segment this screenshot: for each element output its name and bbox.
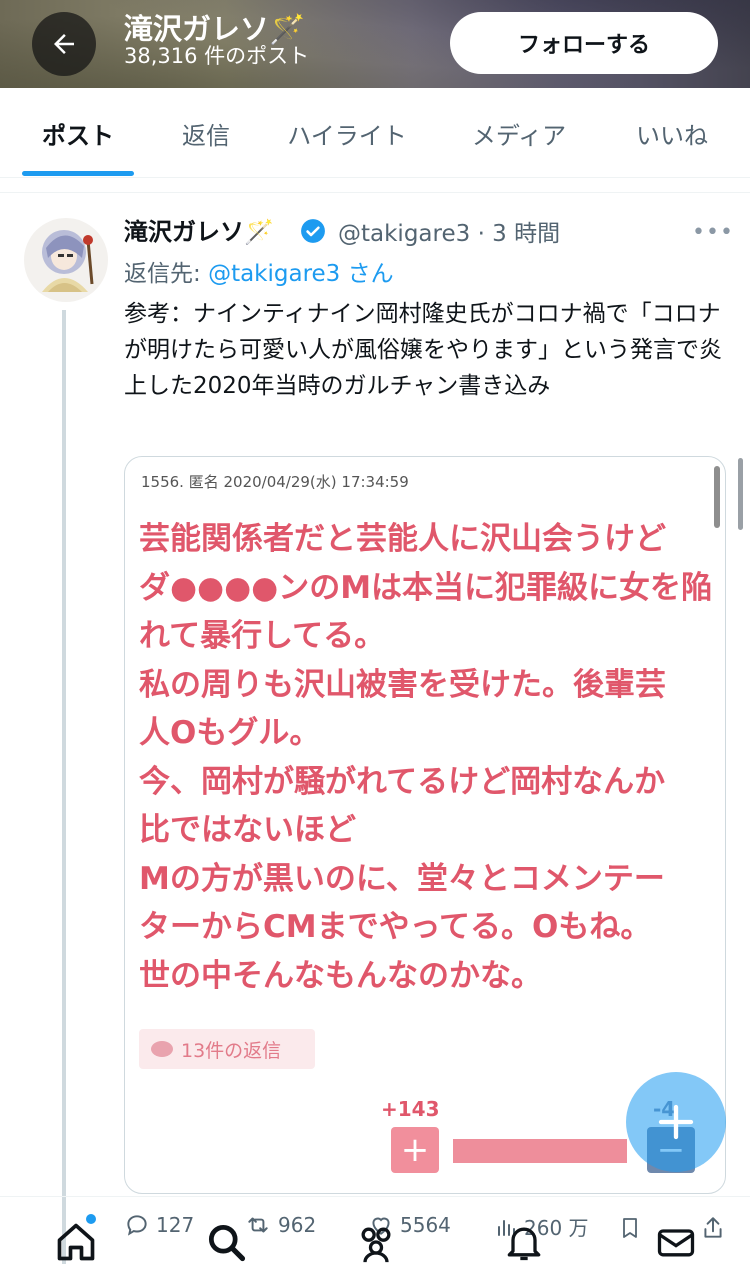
image-text-line: 芸能関係者だと芸能人に沢山会うけど xyxy=(139,521,666,557)
image-scrollbar xyxy=(714,466,720,528)
author-meta: @takigare3 · 3 時間 xyxy=(338,214,560,248)
tab-highlights[interactable]: ハイライト xyxy=(272,88,422,178)
post-time: · 3 時間 xyxy=(477,221,561,247)
image-comment-body: 芸能関係者だと芸能人に沢山会うけど ダ●●●●ンのMは本当に犯罪級に女を陥 れて… xyxy=(139,515,719,1000)
communities-icon[interactable] xyxy=(352,1220,400,1264)
search-icon[interactable] xyxy=(202,1220,250,1264)
notifications-icon[interactable] xyxy=(500,1220,548,1264)
image-reply-label: 13件の返信 xyxy=(181,1039,282,1062)
image-text-line: 今、岡村が騒がれてるけど岡村なんか xyxy=(139,763,666,800)
divider xyxy=(0,1196,750,1197)
avatar[interactable] xyxy=(24,218,108,302)
bookmark-icon[interactable] xyxy=(618,1214,642,1242)
reply-to-label: 返信先: xyxy=(124,261,201,287)
thread-line xyxy=(62,310,66,1264)
messages-icon[interactable] xyxy=(652,1220,700,1264)
post-count: 38,316 件のポスト xyxy=(124,44,310,68)
author-name[interactable]: 滝沢ガレソ🪄 xyxy=(124,212,274,247)
image-reply-count: 13件の返信 xyxy=(139,1029,315,1069)
image-plus-button: + xyxy=(391,1127,439,1173)
image-text-line: ダ●●●●ンのMは本当に犯罪級に女を陥 xyxy=(139,569,713,606)
divider xyxy=(0,192,750,193)
image-plus-votes: +143 xyxy=(381,1097,440,1121)
repost-count: 962 xyxy=(278,1213,317,1237)
follow-button[interactable]: フォローする xyxy=(450,12,718,74)
reply-count: 127 xyxy=(156,1213,195,1237)
image-text-line: 世の中そんなもんなのかな。 xyxy=(139,957,542,994)
image-text-line: 比ではないほど xyxy=(139,812,356,848)
image-comment-meta: 1556. 匿名 2020/04/29(水) 17:34:59 xyxy=(141,473,409,491)
more-options-icon[interactable]: ••• xyxy=(692,220,734,245)
active-tab-indicator xyxy=(22,171,134,176)
share-icon[interactable] xyxy=(700,1214,726,1242)
image-text-line: Mの方が黒いのに、堂々とコメンテー xyxy=(139,860,665,897)
image-text-line: れて暴行してる。 xyxy=(139,618,386,654)
reply-to: 返信先: @takigare3 さん xyxy=(124,254,394,288)
speech-bubble-icon xyxy=(151,1041,173,1057)
author-handle[interactable]: @takigare3 xyxy=(338,221,470,247)
image-text-line: 人Oもグル。 xyxy=(139,715,321,751)
avatar-illustration-icon xyxy=(42,230,94,292)
reply-to-handle[interactable]: @takigare3 さん xyxy=(208,261,394,287)
home-icon[interactable] xyxy=(52,1220,100,1264)
reply-action[interactable]: 127 xyxy=(124,1212,194,1238)
arrow-left-icon xyxy=(54,34,74,54)
tab-media[interactable]: メディア xyxy=(446,88,592,178)
image-text-line: ターからCMまでやってる。Oもね。 xyxy=(139,909,652,945)
image-text-line: 私の周りも沢山被害を受けた。後輩芸 xyxy=(139,666,666,703)
reply-icon xyxy=(127,1215,147,1236)
page-scrollbar[interactable] xyxy=(738,458,743,530)
tweet-image[interactable]: 1556. 匿名 2020/04/29(水) 17:34:59 芸能関係者だと芸… xyxy=(124,456,726,1194)
tweet-text: 参考：ナインティナイン岡村隆史氏がコロナ禍で「コロナが明けたら可愛い人が風俗嬢を… xyxy=(124,301,722,399)
plus-icon xyxy=(658,1104,694,1140)
tab-posts[interactable]: ポスト xyxy=(22,88,134,178)
tab-replies[interactable]: 返信 xyxy=(160,88,252,178)
repost-action[interactable]: 962 xyxy=(244,1212,316,1238)
tab-likes[interactable]: いいね xyxy=(614,88,730,178)
like-count: 5564 xyxy=(400,1213,451,1237)
back-button[interactable] xyxy=(32,12,96,76)
image-vote-bar xyxy=(453,1139,627,1163)
profile-tabs: ポスト 返信 ハイライト メディア いいね xyxy=(0,88,750,178)
unread-dot xyxy=(86,1214,96,1224)
verified-badge-icon xyxy=(301,219,325,243)
compose-button[interactable] xyxy=(626,1072,726,1172)
